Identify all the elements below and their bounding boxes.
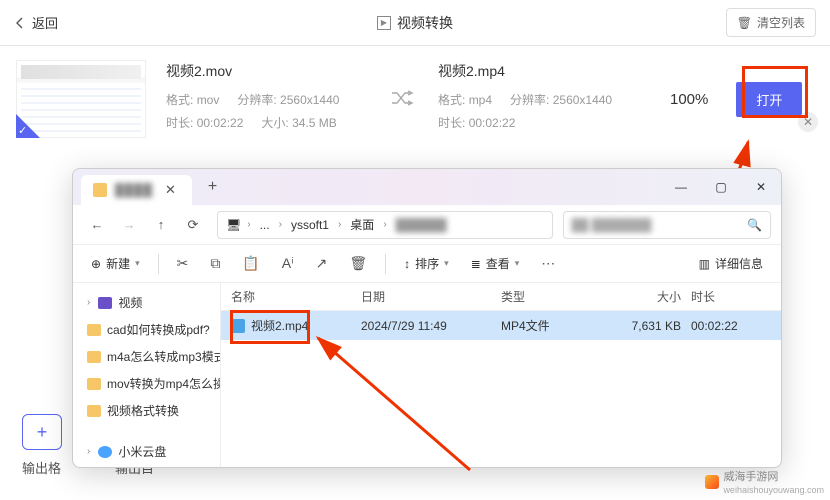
remove-item-button[interactable]: ✕ (798, 112, 818, 132)
col-date[interactable]: 日期 (361, 288, 501, 305)
file-type: MP4文件 (501, 317, 601, 334)
breadcrumb[interactable]: ... (257, 216, 273, 234)
watermark-logo-icon (705, 475, 719, 489)
page-title: ▶ 视频转换 (377, 13, 453, 33)
play-icon: ▶ (377, 16, 391, 30)
sort-button[interactable]: ↕ 排序 ▾ (396, 250, 457, 278)
sidebar-item-pc[interactable]: ›此电脑 (73, 465, 220, 467)
folder-icon (87, 378, 101, 390)
sidebar-item-folder[interactable]: cad如何转换成pdf? (73, 316, 220, 343)
breadcrumb[interactable]: 桌面 (347, 214, 377, 235)
video-folder-icon (98, 297, 112, 309)
nav-back-button[interactable]: ← (83, 211, 111, 239)
share-button[interactable]: ↗ (308, 250, 336, 278)
folder-icon (87, 324, 101, 336)
chevron-left-icon (14, 17, 26, 29)
nav-forward-button[interactable]: → (115, 211, 143, 239)
shuffle-icon[interactable] (390, 90, 414, 109)
cloud-icon (98, 446, 112, 458)
minimize-button[interactable]: — (661, 169, 701, 205)
back-button[interactable]: 返回 (14, 13, 58, 32)
details-pane-button[interactable]: ▥ 详细信息 (691, 250, 771, 278)
trash-icon: 🗑 (737, 16, 752, 30)
breadcrumb[interactable]: yssoft1 (288, 216, 332, 234)
progress-percent: 100% (670, 91, 708, 108)
explorer-sidebar: ›视频 cad如何转换成pdf? m4a怎么转成mp3模式? mov转换为mp4… (73, 283, 221, 467)
file-explorer-window: ████ ✕ + — ▢ ✕ ← → ↑ ⟳ 🖥 › ... › yssoft1… (72, 168, 782, 468)
search-input[interactable]: ██ ███████ 🔍 (563, 211, 772, 239)
file-date: 2024/7/29 11:49 (361, 319, 501, 333)
close-window-button[interactable]: ✕ (741, 169, 781, 205)
source-info: 视频2.mov 格式: mov 分辨率: 2560x1440 时长: 00:02… (166, 61, 386, 137)
selected-badge (16, 114, 40, 138)
sidebar-item-folder[interactable]: 视频格式转换 (73, 397, 220, 424)
target-info: 视频2.mp4 格式: mp4 分辨率: 2560x1440 时长: 00:02… (438, 61, 658, 137)
monitor-icon: 🖥 (226, 218, 241, 232)
sidebar-item-folder[interactable]: m4a怎么转成mp3模式? (73, 343, 220, 370)
nav-refresh-button[interactable]: ⟳ (179, 211, 207, 239)
col-name[interactable]: 名称 (231, 288, 361, 305)
file-name: 视频2.mp4 (251, 317, 308, 334)
plus-icon: ⊕ (91, 257, 101, 271)
conversion-item: 视频2.mov 格式: mov 分辨率: 2560x1440 时长: 00:02… (0, 46, 830, 152)
sidebar-item-folder[interactable]: mov转换为mp4怎么操作 (73, 370, 220, 397)
paste-button[interactable]: 📋 (234, 250, 267, 278)
sidebar-item-videos[interactable]: ›视频 (73, 289, 220, 316)
more-button[interactable]: ⋯ (533, 250, 563, 278)
sidebar-item-cloud[interactable]: ›小米云盘 (73, 438, 220, 465)
folder-icon (87, 405, 101, 417)
back-label: 返回 (32, 13, 58, 32)
copy-button[interactable]: ⧉ (202, 250, 228, 278)
tab-title: ████ (115, 183, 153, 197)
address-bar[interactable]: 🖥 › ... › yssoft1 › 桌面 › ██████ (217, 211, 553, 239)
folder-icon (93, 183, 107, 197)
new-tab-button[interactable]: + (200, 174, 225, 200)
clear-list-button[interactable]: 🗑 清空列表 (726, 8, 816, 37)
explorer-titlebar[interactable]: ████ ✕ + — ▢ ✕ (73, 169, 781, 205)
file-duration: 00:02:22 (691, 319, 771, 333)
cut-button[interactable]: ✂ (169, 250, 197, 278)
watermark: 威海手游网weihaishouyouwang.com (705, 468, 824, 496)
new-button[interactable]: ⊕新建▾ (83, 250, 148, 278)
rename-button[interactable]: Aⁱ (274, 250, 302, 278)
video-file-icon (231, 319, 245, 333)
view-button[interactable]: ≣ 查看 ▾ (463, 250, 528, 278)
open-button[interactable]: 打开 (736, 82, 802, 117)
col-duration[interactable]: 时长 (691, 288, 771, 305)
col-size[interactable]: 大小 (601, 288, 691, 305)
col-type[interactable]: 类型 (501, 288, 601, 305)
source-filename: 视频2.mov (166, 61, 386, 81)
search-icon: 🔍 (747, 218, 762, 232)
delete-button[interactable]: 🗑 (341, 250, 375, 278)
target-filename: 视频2.mp4 (438, 61, 658, 81)
list-header: 名称 日期 类型 大小 时长 (221, 283, 781, 311)
nav-up-button[interactable]: ↑ (147, 211, 175, 239)
add-file-button[interactable]: + (22, 414, 62, 450)
maximize-button[interactable]: ▢ (701, 169, 741, 205)
file-size: 7,631 KB (601, 319, 691, 333)
breadcrumb[interactable]: ██████ (393, 216, 450, 234)
explorer-tab[interactable]: ████ ✕ (81, 175, 192, 205)
tab-close-icon[interactable]: ✕ (161, 182, 180, 198)
folder-icon (87, 351, 101, 363)
file-list: 名称 日期 类型 大小 时长 视频2.mp4 2024/7/29 11:49 M… (221, 283, 781, 467)
file-row[interactable]: 视频2.mp4 2024/7/29 11:49 MP4文件 7,631 KB 0… (221, 311, 781, 340)
